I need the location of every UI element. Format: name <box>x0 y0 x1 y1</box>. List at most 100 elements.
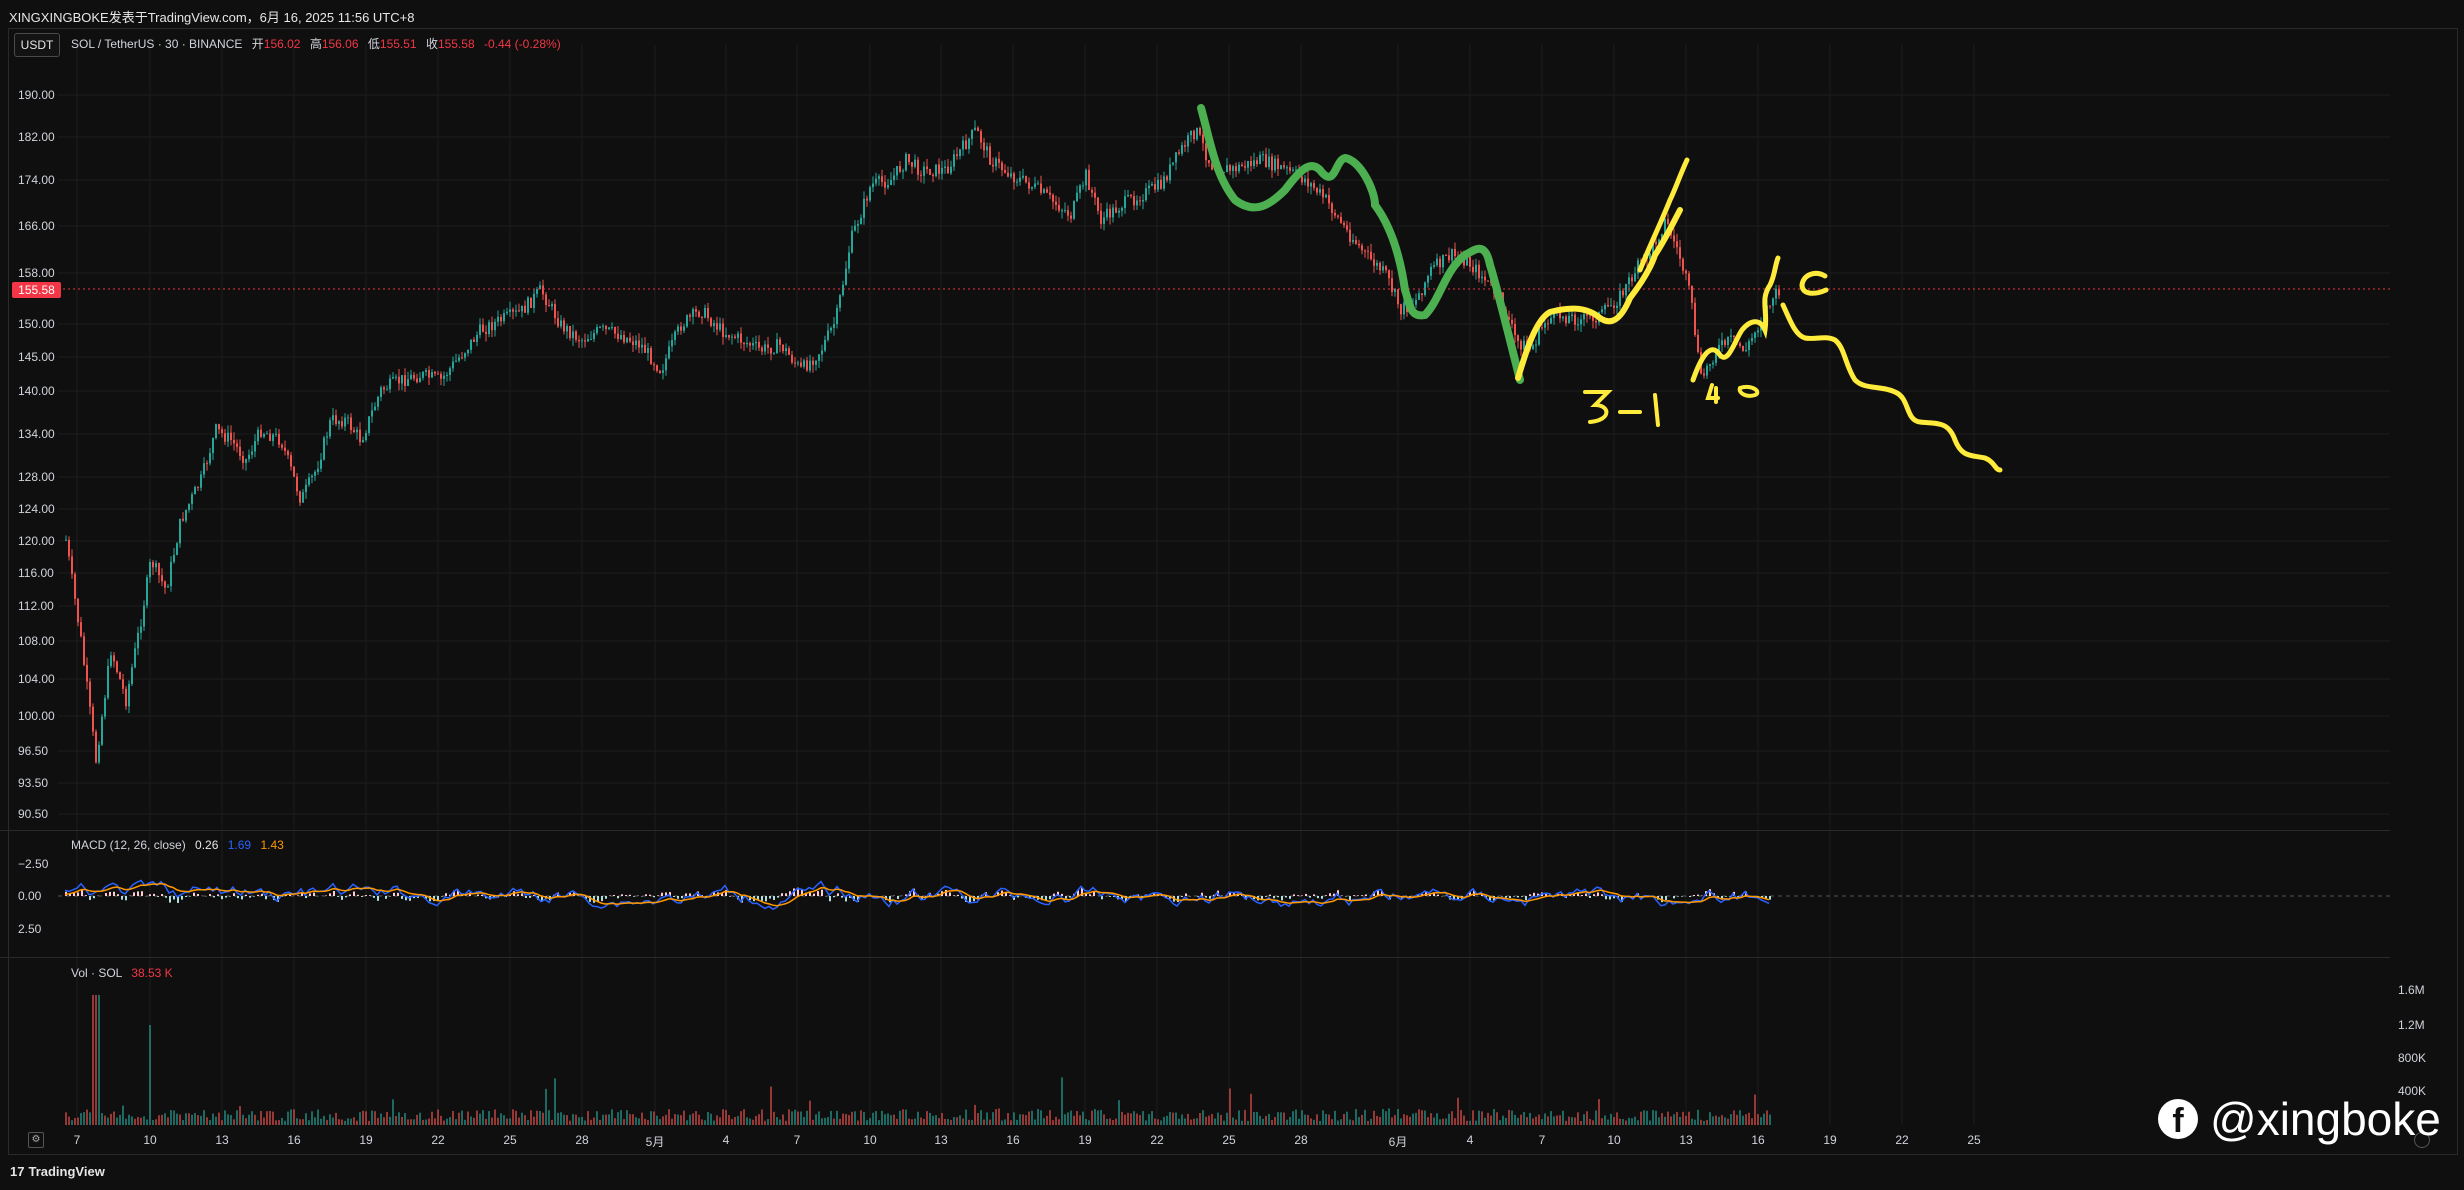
macd-histogram-bar <box>173 896 175 900</box>
candle-body <box>83 636 85 665</box>
volume-bar <box>1673 1114 1675 1125</box>
candle-body <box>200 474 202 488</box>
candle-body <box>911 162 913 167</box>
candle-body <box>134 648 136 668</box>
volume-bar <box>1196 1118 1198 1125</box>
candle-body <box>1193 130 1195 140</box>
volume-bar <box>1322 1110 1324 1125</box>
candle-body <box>341 421 343 427</box>
candle-body <box>1097 197 1099 211</box>
candle-body <box>1061 210 1063 212</box>
macd-histogram-bar <box>765 896 767 902</box>
volume-bar <box>1286 1119 1288 1125</box>
volume-bar <box>1463 1115 1465 1125</box>
volume-bar <box>317 1109 319 1125</box>
candle-body <box>1511 319 1513 325</box>
volume-bar <box>1592 1120 1594 1125</box>
volume-bar <box>1517 1117 1519 1125</box>
volume-bar <box>1700 1119 1702 1125</box>
candle-body <box>1157 179 1159 190</box>
macd-histogram-bar <box>525 896 527 898</box>
candle-body <box>875 178 877 184</box>
volume-bar <box>173 1110 175 1125</box>
volume-bar <box>1754 1094 1756 1125</box>
macd-histogram-bar <box>445 893 447 896</box>
tradingview-logo-icon: 17 <box>10 1164 25 1179</box>
currency-button[interactable]: USDT <box>14 33 60 57</box>
volume-bar <box>1022 1114 1024 1125</box>
pane-separator-macd[interactable] <box>0 830 2390 831</box>
candle-body <box>1691 285 1693 303</box>
gear-icon[interactable]: ⚙ <box>28 1132 44 1148</box>
volume-bar <box>1616 1112 1618 1125</box>
time-axis-label: 7 <box>793 1133 801 1147</box>
volume-bar <box>107 1117 109 1125</box>
candle-body <box>1121 207 1123 211</box>
macd-histogram-bar <box>137 891 139 896</box>
volume-bar <box>1577 1112 1579 1125</box>
volume-bar <box>1226 1112 1228 1125</box>
candle-body <box>650 348 652 365</box>
volume-bar <box>1274 1117 1276 1125</box>
chart-canvas[interactable] <box>0 0 2464 1190</box>
macd-histogram-bar <box>1509 896 1511 899</box>
macd-signal-value: 1.43 <box>260 838 284 852</box>
volume-bar <box>866 1120 868 1125</box>
candle-body <box>1292 169 1294 171</box>
volume-bar <box>1667 1111 1669 1125</box>
macd-histogram-bar <box>85 895 87 896</box>
candle-body <box>1208 160 1210 164</box>
macd-histogram-bar <box>1277 896 1279 898</box>
volume-bar <box>494 1109 496 1125</box>
candle-body <box>251 451 253 455</box>
volume-bar <box>596 1111 598 1125</box>
candle-body <box>590 339 592 341</box>
candle-body <box>1472 266 1474 273</box>
volume-bar <box>476 1110 478 1125</box>
volume-bar <box>731 1119 733 1125</box>
candle-body <box>998 158 1000 163</box>
volume-bar <box>1760 1117 1762 1125</box>
candle-body <box>515 310 517 312</box>
macd-histogram-bar <box>189 896 191 897</box>
volume-bar <box>1004 1119 1006 1125</box>
time-axis-label: 5月 <box>645 1135 665 1149</box>
candle-body <box>104 697 106 717</box>
candle-body <box>968 138 970 150</box>
candle-body <box>551 304 553 307</box>
volume-bar <box>1610 1113 1612 1125</box>
volume-bar <box>371 1110 373 1125</box>
volume-bar <box>1382 1109 1384 1125</box>
candle-body <box>665 358 667 371</box>
volume-bar <box>1508 1109 1510 1125</box>
pane-separator-volume[interactable] <box>0 957 2390 958</box>
candle-body <box>80 622 82 637</box>
volume-bar <box>275 1120 277 1125</box>
candle-body <box>1475 264 1477 273</box>
volume-bar <box>1646 1110 1648 1125</box>
volume-bar <box>1559 1115 1561 1125</box>
macd-histogram-bar <box>373 896 375 898</box>
candle-body <box>1706 365 1708 376</box>
candle-body <box>1352 239 1354 242</box>
volume-bar <box>941 1112 943 1125</box>
grid <box>58 45 2390 1125</box>
volume-bar <box>1394 1115 1396 1125</box>
candle-body <box>1070 215 1072 219</box>
volume-bar <box>1217 1112 1219 1125</box>
candle-body <box>920 174 922 176</box>
candle-body <box>401 375 403 384</box>
volume-bar <box>788 1109 790 1125</box>
macd-histogram-bar <box>385 896 387 899</box>
volume-bar <box>1355 1109 1357 1125</box>
volume-bar <box>755 1115 757 1125</box>
macd-histogram-bar <box>1501 896 1503 897</box>
candle-body <box>1100 210 1102 224</box>
tradingview-footer[interactable]: 17 TradingView <box>10 1164 105 1179</box>
volume-bar <box>581 1116 583 1125</box>
volume-bar <box>410 1119 412 1125</box>
volume-bar <box>1088 1120 1090 1125</box>
candle-body <box>131 667 133 684</box>
volume-bar <box>743 1109 745 1125</box>
volume-bar <box>446 1118 448 1125</box>
